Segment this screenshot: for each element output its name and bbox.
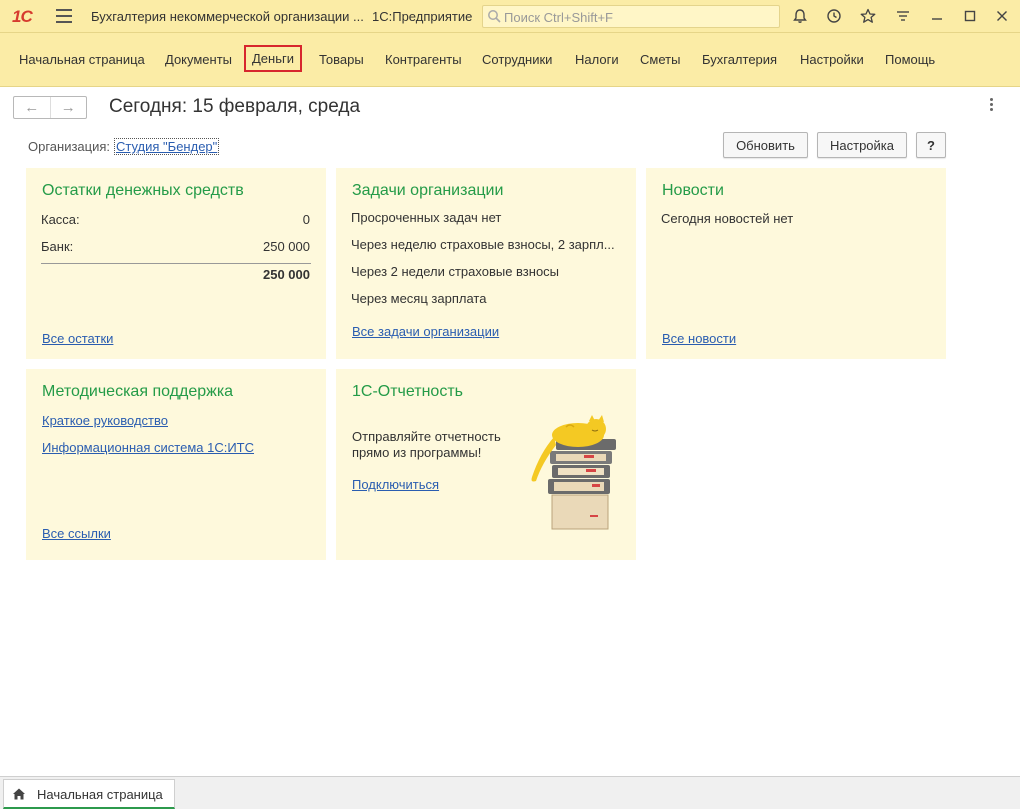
cat-on-boxes-illustration	[531, 415, 616, 530]
news-text: Сегодня новостей нет	[661, 211, 794, 226]
page-title: Сегодня: 15 февраля, среда	[109, 96, 361, 117]
reporting-text-line2: прямо из программы!	[352, 445, 482, 460]
app-logo: 1С	[12, 7, 33, 26]
cash-total: 250 000	[263, 267, 310, 282]
app-title: Бухгалтерия некоммерческой организации .…	[91, 9, 364, 24]
all-tasks-link[interactable]: Все задачи организации	[352, 324, 499, 339]
tab-home-label: Начальная страница	[37, 787, 163, 802]
minimize-icon[interactable]	[925, 5, 949, 27]
open-windows-bar: Начальная страница	[0, 776, 1020, 809]
org-link[interactable]: Студия "Бендер"	[114, 138, 220, 155]
reporting-title: 1С-Отчетность	[352, 383, 463, 400]
settings-button[interactable]: Настройка	[817, 132, 907, 158]
support-title: Методическая поддержка	[42, 383, 234, 400]
maximize-icon[interactable]	[958, 5, 982, 27]
forward-arrow-icon[interactable]: →	[51, 97, 87, 118]
tasks-title: Задачи организации	[352, 182, 504, 199]
nav-buttons: ← →	[13, 96, 87, 119]
help-button[interactable]: ?	[916, 132, 946, 158]
org-label: Организация:	[28, 139, 111, 154]
section-help[interactable]: Помощь	[885, 52, 935, 67]
reporting-panel: 1С-Отчетность Отправляйте отчетность пря…	[336, 369, 636, 560]
tab-home-page[interactable]: Начальная страница	[3, 779, 175, 809]
bank-row-value: 250 000	[263, 239, 310, 254]
quick-guide-link[interactable]: Краткое руководство	[42, 413, 168, 428]
home-icon	[13, 788, 25, 800]
news-title: Новости	[662, 182, 724, 199]
connect-link[interactable]: Подключиться	[352, 477, 439, 492]
cash-row-label: Касса:	[41, 212, 80, 227]
total-divider	[41, 263, 311, 264]
more-actions-icon[interactable]	[988, 98, 996, 116]
task-item: Через 2 недели страховые взносы	[351, 264, 560, 279]
section-settings[interactable]: Настройки	[800, 52, 864, 67]
section-money[interactable]: Деньги	[244, 45, 302, 72]
cash-title: Остатки денежных средств	[42, 182, 244, 199]
bell-icon[interactable]	[788, 5, 812, 27]
section-employees[interactable]: Сотрудники	[482, 52, 552, 67]
history-icon[interactable]	[822, 5, 846, 27]
task-item: Через месяц зарплата	[351, 291, 487, 306]
sections-panel: Начальная страница Документы Деньги Това…	[0, 33, 1020, 87]
title-bar: 1С Бухгалтерия некоммерческой организаци…	[0, 0, 1020, 33]
search-icon	[488, 10, 501, 23]
section-taxes[interactable]: Налоги	[575, 52, 619, 67]
section-counterparties[interactable]: Контрагенты	[385, 52, 462, 67]
task-item: Просроченных задач нет	[351, 210, 502, 225]
funnel-icon[interactable]	[891, 5, 915, 27]
section-accounting[interactable]: Бухгалтерия	[702, 52, 777, 67]
all-balances-link[interactable]: Все остатки	[42, 331, 113, 346]
all-news-link[interactable]: Все новости	[662, 331, 736, 346]
support-panel: Методическая поддержка Краткое руководст…	[26, 369, 326, 560]
reporting-text-line1: Отправляйте отчетность	[352, 429, 501, 444]
search-placeholder: Поиск Ctrl+Shift+F	[504, 10, 613, 25]
star-icon[interactable]	[856, 5, 880, 27]
back-arrow-icon[interactable]: ←	[14, 97, 51, 118]
close-icon[interactable]	[990, 5, 1014, 27]
tasks-panel: Задачи организации Просроченных задач не…	[336, 168, 636, 359]
cash-balances-panel: Остатки денежных средств Касса: 0 Банк: …	[26, 168, 326, 359]
news-panel: Новости Сегодня новостей нет Все новости	[646, 168, 946, 359]
refresh-button[interactable]: Обновить	[723, 132, 808, 158]
section-home[interactable]: Начальная страница	[19, 52, 145, 67]
cash-row-value: 0	[302, 212, 310, 227]
app-platform: 1С:Предприятие	[372, 9, 473, 24]
section-estimates[interactable]: Сметы	[640, 52, 680, 67]
bank-row-label: Банк:	[41, 239, 74, 254]
main-menu-icon[interactable]	[56, 9, 72, 23]
its-link[interactable]: Информационная система 1С:ИТС	[42, 440, 254, 455]
task-item: Через неделю страховые взносы, 2 зарпл..…	[351, 237, 615, 252]
section-documents[interactable]: Документы	[165, 52, 232, 67]
section-goods[interactable]: Товары	[319, 52, 364, 67]
all-links-link[interactable]: Все ссылки	[42, 526, 111, 541]
search-input[interactable]: Поиск Ctrl+Shift+F	[482, 5, 780, 28]
